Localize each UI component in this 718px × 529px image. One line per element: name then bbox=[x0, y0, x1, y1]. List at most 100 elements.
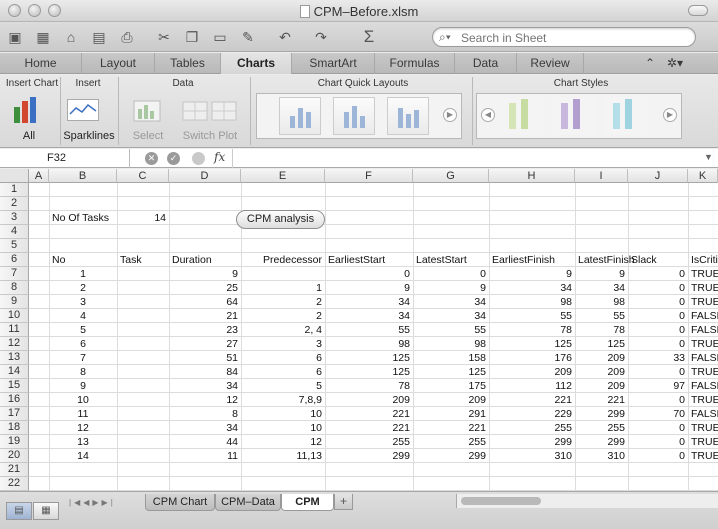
data-cell[interactable]: 209 bbox=[416, 394, 486, 406]
new-document-icon[interactable]: ▣ bbox=[6, 28, 24, 46]
row-header[interactable]: 1 bbox=[0, 183, 29, 197]
column-header[interactable]: B bbox=[49, 169, 117, 183]
data-cell[interactable]: 55 bbox=[328, 324, 410, 336]
data-cell[interactable]: 3 bbox=[52, 296, 114, 308]
chart-style-thumbnail[interactable] bbox=[501, 97, 543, 135]
data-cell[interactable]: 78 bbox=[492, 324, 572, 336]
tab-formulas[interactable]: Formulas bbox=[375, 53, 455, 74]
data-cell[interactable]: 13 bbox=[52, 436, 114, 448]
data-cell[interactable]: 44 bbox=[172, 436, 238, 448]
data-cell[interactable]: 209 bbox=[578, 380, 625, 392]
sparklines-icon[interactable] bbox=[67, 99, 99, 121]
data-cell[interactable]: 0 bbox=[631, 436, 685, 448]
select-data-icon[interactable] bbox=[133, 97, 163, 123]
row-header[interactable]: 12 bbox=[0, 337, 29, 351]
data-cell[interactable]: 1 bbox=[52, 268, 114, 280]
data-cell[interactable]: 229 bbox=[492, 408, 572, 420]
data-cell[interactable]: 34 bbox=[492, 282, 572, 294]
data-cell[interactable]: 291 bbox=[416, 408, 486, 420]
row-header[interactable]: 8 bbox=[0, 281, 29, 295]
data-cell[interactable]: 9 bbox=[52, 380, 114, 392]
row-header[interactable]: 14 bbox=[0, 365, 29, 379]
data-cell[interactable]: 7 bbox=[52, 352, 114, 364]
data-cell[interactable]: 125 bbox=[328, 366, 410, 378]
data-cell[interactable]: 12 bbox=[244, 436, 322, 448]
column-title-cell[interactable]: Slack bbox=[631, 254, 685, 266]
column-header[interactable]: J bbox=[628, 169, 688, 183]
no-of-tasks-value[interactable]: 14 bbox=[120, 212, 166, 224]
data-cell[interactable]: TRUE bbox=[691, 436, 718, 448]
data-cell[interactable]: 34 bbox=[172, 422, 238, 434]
data-cell[interactable]: 255 bbox=[578, 422, 625, 434]
data-cell[interactable]: 34 bbox=[328, 296, 410, 308]
row-header[interactable]: 7 bbox=[0, 267, 29, 281]
data-cell[interactable]: 176 bbox=[492, 352, 572, 364]
row-header[interactable]: 20 bbox=[0, 449, 29, 463]
data-cell[interactable]: FALSE bbox=[691, 310, 718, 322]
column-title-cell[interactable]: Task bbox=[120, 254, 166, 266]
data-cell[interactable]: 97 bbox=[631, 380, 685, 392]
column-title-cell[interactable]: EarliestFinish bbox=[492, 254, 572, 266]
column-title-cell[interactable]: IsCritical bbox=[691, 254, 718, 266]
data-cell[interactable]: 255 bbox=[328, 436, 410, 448]
data-cell[interactable]: 34 bbox=[328, 310, 410, 322]
row-header[interactable]: 2 bbox=[0, 197, 29, 211]
data-cell[interactable]: 34 bbox=[416, 296, 486, 308]
data-cell[interactable]: 299 bbox=[328, 450, 410, 462]
data-cell[interactable]: 158 bbox=[416, 352, 486, 364]
tab-data[interactable]: Data bbox=[455, 53, 517, 74]
data-cell[interactable]: 209 bbox=[328, 394, 410, 406]
data-cell[interactable]: 209 bbox=[578, 352, 625, 364]
data-cell[interactable]: 34 bbox=[172, 380, 238, 392]
row-header[interactable]: 17 bbox=[0, 407, 29, 421]
cut-icon[interactable]: ✂ bbox=[155, 28, 173, 46]
confirm-formula-icon[interactable]: ✓ bbox=[167, 152, 180, 165]
sparklines-button[interactable]: Sparklines bbox=[62, 130, 116, 142]
column-header[interactable]: H bbox=[489, 169, 575, 183]
normal-view-icon[interactable]: ▤ bbox=[6, 502, 32, 520]
expand-formula-icon[interactable]: ▼ bbox=[704, 152, 713, 162]
format-painter-icon[interactable]: ✎ bbox=[239, 28, 257, 46]
select-data-button[interactable]: Select bbox=[128, 130, 168, 142]
data-cell[interactable]: 0 bbox=[631, 268, 685, 280]
add-sheet-button[interactable]: + bbox=[334, 494, 353, 510]
formula-mode-icon[interactable] bbox=[192, 152, 205, 165]
data-cell[interactable]: 221 bbox=[328, 422, 410, 434]
data-cell[interactable]: 0 bbox=[631, 282, 685, 294]
column-header[interactable]: I bbox=[575, 169, 628, 183]
data-cell[interactable]: 51 bbox=[172, 352, 238, 364]
data-cell[interactable]: 9 bbox=[172, 268, 238, 280]
row-header[interactable]: 18 bbox=[0, 421, 29, 435]
row-header[interactable]: 13 bbox=[0, 351, 29, 365]
data-cell[interactable]: TRUE bbox=[691, 366, 718, 378]
data-cell[interactable]: 55 bbox=[416, 324, 486, 336]
data-cell[interactable]: FALSE bbox=[691, 324, 718, 336]
quick-layout-thumbnail[interactable] bbox=[333, 97, 375, 135]
data-cell[interactable]: 6 bbox=[244, 352, 322, 364]
data-cell[interactable]: 10 bbox=[244, 408, 322, 420]
cancel-formula-icon[interactable]: ✕ bbox=[145, 152, 158, 165]
data-cell[interactable]: 78 bbox=[328, 380, 410, 392]
page-layout-view-icon[interactable]: ▦ bbox=[33, 502, 59, 520]
templates-icon[interactable]: ▦ bbox=[34, 28, 52, 46]
data-cell[interactable]: 78 bbox=[578, 324, 625, 336]
paste-icon[interactable]: ▭ bbox=[211, 28, 229, 46]
data-cell[interactable]: 25 bbox=[172, 282, 238, 294]
data-cell[interactable]: 12 bbox=[52, 422, 114, 434]
data-cell[interactable]: 0 bbox=[631, 310, 685, 322]
data-cell[interactable]: 209 bbox=[578, 366, 625, 378]
print-icon[interactable]: ⎙ bbox=[118, 28, 136, 46]
row-header[interactable]: 16 bbox=[0, 393, 29, 407]
data-cell[interactable]: 2 bbox=[244, 310, 322, 322]
data-cell[interactable]: 11 bbox=[52, 408, 114, 420]
tab-layout[interactable]: Layout bbox=[82, 53, 155, 74]
cpm-analysis-button[interactable]: CPM analysis bbox=[236, 210, 325, 229]
data-cell[interactable]: 14 bbox=[52, 450, 114, 462]
data-cell[interactable]: 310 bbox=[578, 450, 625, 462]
data-cell[interactable]: TRUE bbox=[691, 450, 718, 462]
select-all-corner[interactable] bbox=[0, 169, 29, 183]
row-header[interactable]: 5 bbox=[0, 239, 29, 253]
data-cell[interactable]: 34 bbox=[578, 282, 625, 294]
data-cell[interactable]: 9 bbox=[578, 268, 625, 280]
row-header[interactable]: 15 bbox=[0, 379, 29, 393]
